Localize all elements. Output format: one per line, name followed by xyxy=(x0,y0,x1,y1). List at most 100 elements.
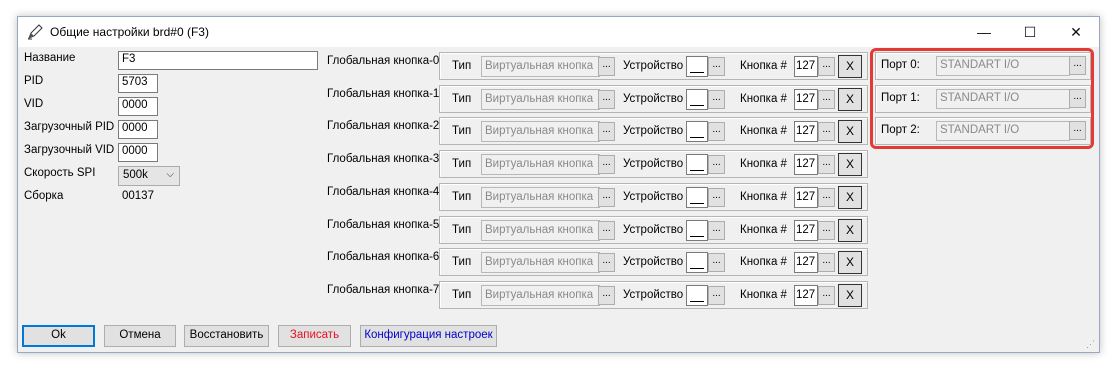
global-button-group: Тип Виртуальная кнопка... Устройство... Кно… xyxy=(439,280,868,309)
port-browse-button[interactable]: ... xyxy=(1069,121,1086,141)
title-bar: Общие настройки brd#0 (F3) — ☐ ✕ xyxy=(18,17,1099,47)
clear-button[interactable]: X xyxy=(838,218,862,242)
button-number-field[interactable]: 127 xyxy=(794,186,818,208)
button-number-field[interactable]: 127 xyxy=(794,121,818,143)
port-browse-button[interactable]: ... xyxy=(1069,88,1086,108)
button-number-label: Кнопка # xyxy=(740,288,787,301)
device-browse-button[interactable]: ... xyxy=(708,285,725,305)
type-field: Виртуальная кнопка xyxy=(481,121,600,143)
close-button[interactable]: ✕ xyxy=(1053,17,1099,47)
device-field[interactable] xyxy=(686,284,708,306)
type-browse-button[interactable]: ... xyxy=(598,253,615,273)
name-input[interactable]: F3 xyxy=(118,51,318,70)
port-browse-button[interactable]: ... xyxy=(1069,56,1086,75)
cancel-button[interactable]: Отмена xyxy=(104,325,176,347)
ok-button[interactable]: Ok xyxy=(22,325,95,347)
device-label: Устройство xyxy=(623,92,684,105)
type-browse-button[interactable]: ... xyxy=(598,187,615,207)
button-number-label: Кнопка # xyxy=(740,223,787,236)
type-label: Тип xyxy=(452,60,472,72)
clear-button[interactable]: X xyxy=(838,283,862,307)
button-number-label: Кнопка # xyxy=(740,125,787,138)
pen-icon xyxy=(28,24,43,40)
button-number-field[interactable]: 127 xyxy=(794,56,818,77)
spi-speed-select[interactable]: 500k ⌵ xyxy=(118,166,180,186)
clear-button[interactable]: X xyxy=(838,87,862,111)
button-number-browse-button[interactable]: ... xyxy=(818,253,835,273)
clear-button[interactable]: X xyxy=(838,55,862,78)
clear-button[interactable]: X xyxy=(838,153,862,177)
build-value: 00137 xyxy=(122,190,154,202)
pid-input[interactable]: 5703 xyxy=(118,74,158,93)
type-label: Тип xyxy=(452,190,472,203)
port-value-field: STANDART I/O xyxy=(936,88,1070,109)
button-number-field[interactable]: 127 xyxy=(794,154,818,176)
clear-button[interactable]: X xyxy=(838,185,862,209)
type-field: Виртуальная кнопка xyxy=(481,88,600,110)
device-field[interactable] xyxy=(686,56,708,77)
device-field[interactable] xyxy=(686,252,708,274)
type-field: Виртуальная кнопка xyxy=(481,252,600,274)
device-field[interactable] xyxy=(686,219,708,241)
button-number-label: Кнопка # xyxy=(740,92,787,105)
restore-button[interactable]: Восстановить xyxy=(184,325,269,347)
clear-button[interactable]: X xyxy=(838,120,862,144)
type-browse-button[interactable]: ... xyxy=(598,57,615,76)
global-button-label: Глобальная кнопка-5 xyxy=(327,218,440,231)
boot-vid-label: Загрузочный VID xyxy=(24,144,115,156)
device-browse-button[interactable]: ... xyxy=(708,89,725,109)
global-button-group: Тип Виртуальная кнопка... Устройство... Кно… xyxy=(439,117,868,146)
resize-grip-icon[interactable]: ⋰ xyxy=(1086,339,1096,349)
global-button-group: Тип Виртуальная кнопка... Устройство... Кно… xyxy=(439,150,868,179)
device-browse-button[interactable]: ... xyxy=(708,122,725,142)
button-number-browse-button[interactable]: ... xyxy=(818,155,835,175)
type-label: Тип xyxy=(452,92,472,105)
button-number-label: Кнопка # xyxy=(740,60,787,72)
button-number-browse-button[interactable]: ... xyxy=(818,89,835,109)
type-label: Тип xyxy=(452,223,472,236)
global-button-label: Глобальная кнопка-7 xyxy=(327,283,440,296)
type-browse-button[interactable]: ... xyxy=(598,89,615,109)
type-browse-button[interactable]: ... xyxy=(598,155,615,175)
maximize-button[interactable]: ☐ xyxy=(1007,17,1053,47)
button-number-field[interactable]: 127 xyxy=(794,284,818,306)
clear-button[interactable]: X xyxy=(838,251,862,275)
boot-vid-input[interactable]: 0000 xyxy=(118,143,158,162)
device-browse-button[interactable]: ... xyxy=(708,187,725,207)
type-browse-button[interactable]: ... xyxy=(598,220,615,240)
vid-input[interactable]: 0000 xyxy=(118,97,158,116)
device-label: Устройство xyxy=(623,125,684,138)
device-field[interactable] xyxy=(686,154,708,176)
button-number-label: Кнопка # xyxy=(740,158,787,171)
port-group: Порт 1: STANDART I/O... xyxy=(875,84,1091,113)
type-browse-button[interactable]: ... xyxy=(598,122,615,142)
device-field[interactable] xyxy=(686,121,708,143)
window-title: Общие настройки brd#0 (F3) xyxy=(50,25,209,39)
write-button[interactable]: Записать xyxy=(278,325,351,347)
type-field: Виртуальная кнопка xyxy=(481,284,600,306)
device-browse-button[interactable]: ... xyxy=(708,155,725,175)
settings-window: Общие настройки brd#0 (F3) — ☐ ✕ Названи… xyxy=(17,16,1100,353)
minimize-button[interactable]: — xyxy=(961,17,1007,47)
type-label: Тип xyxy=(452,288,472,301)
button-number-label: Кнопка # xyxy=(740,190,787,203)
device-label: Устройство xyxy=(623,288,684,301)
device-browse-button[interactable]: ... xyxy=(708,253,725,273)
device-browse-button[interactable]: ... xyxy=(708,220,725,240)
button-number-field[interactable]: 127 xyxy=(794,219,818,241)
boot-pid-input[interactable]: 0000 xyxy=(118,120,158,139)
button-number-browse-button[interactable]: ... xyxy=(818,122,835,142)
button-number-browse-button[interactable]: ... xyxy=(818,57,835,76)
spi-speed-value: 500k xyxy=(123,169,148,181)
device-browse-button[interactable]: ... xyxy=(708,57,725,76)
device-field[interactable] xyxy=(686,88,708,110)
global-button-group: Тип Виртуальная кнопка... Устройство... Кно… xyxy=(439,84,868,113)
button-number-browse-button[interactable]: ... xyxy=(818,187,835,207)
button-number-field[interactable]: 127 xyxy=(794,252,818,274)
type-browse-button[interactable]: ... xyxy=(598,285,615,305)
button-number-browse-button[interactable]: ... xyxy=(818,220,835,240)
device-field[interactable] xyxy=(686,186,708,208)
button-number-field[interactable]: 127 xyxy=(794,88,818,110)
button-number-browse-button[interactable]: ... xyxy=(818,285,835,305)
config-settings-button[interactable]: Конфигурация настроек xyxy=(360,325,497,347)
